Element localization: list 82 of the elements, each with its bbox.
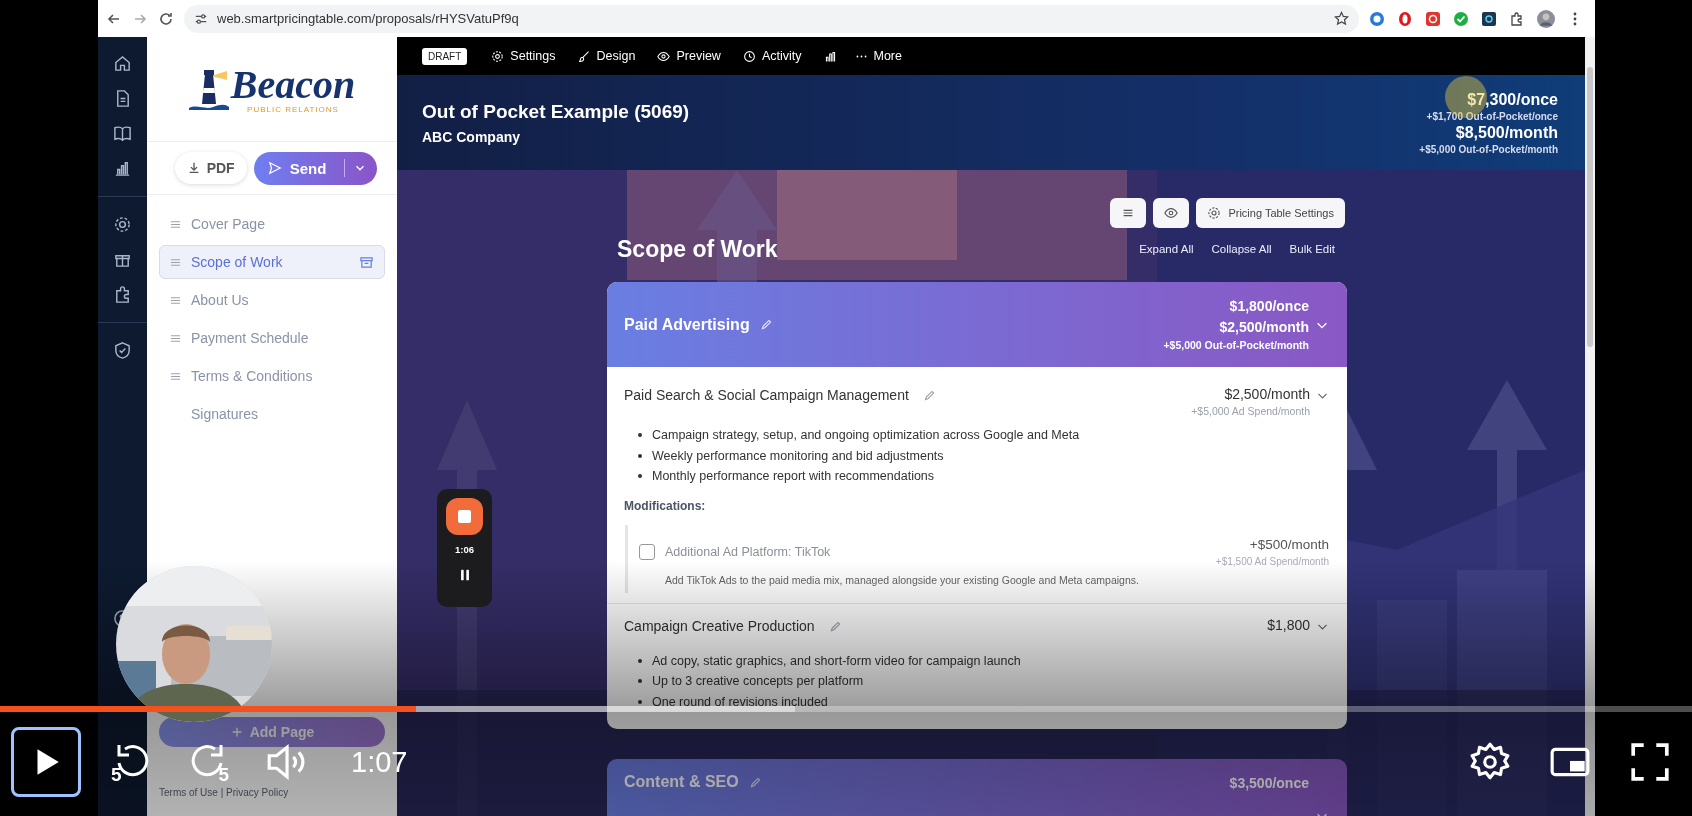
fullscreen-icon[interactable] bbox=[1629, 741, 1671, 783]
group-price: $3,500/once bbox=[1229, 774, 1309, 793]
bullet-point: Weekly performance monitoring and bid adjustments bbox=[638, 445, 1329, 466]
reload-icon[interactable] bbox=[158, 10, 174, 27]
clock-icon bbox=[742, 49, 756, 63]
shield-icon[interactable] bbox=[113, 341, 132, 360]
drag-handle-icon[interactable] bbox=[170, 256, 181, 268]
drag-handle-icon[interactable] bbox=[170, 332, 181, 344]
url-field[interactable]: web.smartpricingtable.com/proposals/rHYSVatuPf9q bbox=[184, 4, 1359, 33]
item-title: Paid Search & Social Campaign Management bbox=[624, 386, 909, 405]
settings-icon bbox=[1207, 206, 1222, 220]
total-amount: $7,300/once bbox=[1467, 89, 1558, 110]
action-link[interactable]: Bulk Edit bbox=[1289, 243, 1335, 255]
settings-icon bbox=[491, 49, 505, 63]
drag-handle-icon[interactable] bbox=[170, 294, 181, 306]
item-price: $2,500/month bbox=[1224, 385, 1310, 404]
action-link[interactable]: Expand All bbox=[1139, 243, 1194, 255]
play-button[interactable] bbox=[11, 727, 81, 797]
modifications-label: Modifications: bbox=[624, 497, 707, 515]
modification-description: Add TikTok Ads to the paid media mix, managed alongside your existing Google and Meta campaigns. bbox=[665, 573, 1140, 586]
send-icon bbox=[267, 161, 282, 175]
item-price: $1,800 bbox=[1267, 615, 1310, 635]
group-title: Content & SEO bbox=[624, 773, 739, 791]
skip-back-button[interactable]: 5 bbox=[111, 740, 155, 784]
progress-bar[interactable] bbox=[0, 706, 1692, 712]
logo-text: Beacon bbox=[230, 64, 356, 105]
toolbar-tab[interactable]: Preview bbox=[657, 49, 721, 63]
book-icon[interactable] bbox=[113, 124, 132, 143]
eye-icon bbox=[1164, 206, 1179, 220]
section-title: Scope of Work bbox=[617, 235, 778, 263]
brush-icon bbox=[577, 49, 591, 63]
archive-icon[interactable] bbox=[359, 254, 374, 270]
puzzle-icon[interactable] bbox=[1509, 10, 1525, 27]
scrollbar[interactable] bbox=[1585, 37, 1595, 816]
item-note: +$5,000 Ad Spend/month bbox=[1191, 404, 1310, 418]
settings-icon[interactable] bbox=[113, 215, 132, 234]
volume-icon[interactable] bbox=[265, 741, 307, 783]
bullet-point: Campaign strategy, setup, and ongoing optimization across Google and Meta bbox=[638, 425, 1329, 446]
site-info-icon[interactable] bbox=[194, 11, 208, 26]
puzzle-icon[interactable] bbox=[113, 285, 132, 304]
avatar[interactable] bbox=[1537, 9, 1555, 28]
toolbar-tab[interactable]: Design bbox=[577, 49, 636, 63]
send-button[interactable]: Send bbox=[253, 151, 378, 185]
logo-tagline: PUBLIC RELATIONS bbox=[247, 104, 339, 114]
extension-icon[interactable] bbox=[1481, 10, 1497, 27]
stop-button[interactable] bbox=[446, 498, 483, 535]
pdf-button[interactable]: PDF bbox=[174, 152, 247, 184]
bullet-point: Up to 3 creative concepts per platform bbox=[638, 671, 1329, 692]
action-link[interactable]: Collapse All bbox=[1211, 243, 1272, 255]
bullet-point: Ad copy, static graphics, and short-form video for campaign launch bbox=[638, 650, 1329, 671]
group-title: Paid Advertising bbox=[624, 315, 750, 334]
group-price: $2,500/month bbox=[1219, 318, 1309, 337]
bar-chart-icon[interactable] bbox=[823, 49, 837, 63]
home-icon[interactable] bbox=[113, 54, 132, 73]
client-name: ABC Company bbox=[422, 128, 521, 145]
recording-time: 1:06 bbox=[455, 544, 474, 555]
drag-handle-icon[interactable] bbox=[170, 370, 181, 382]
total-amount: $8,500/month bbox=[1455, 122, 1558, 143]
status-badge: DRAFT bbox=[422, 47, 468, 65]
eye-icon bbox=[657, 49, 671, 63]
bullet-point: Monthly performance report with recommendations bbox=[638, 466, 1329, 487]
modification-note: +$1,500 Ad Spend/month bbox=[1215, 554, 1329, 569]
pricing-settings-button[interactable]: Pricing Table Settings bbox=[1196, 198, 1345, 228]
modification-price: +$500/month bbox=[1249, 535, 1329, 554]
checkbox[interactable] bbox=[639, 544, 655, 560]
total-note: +$5,000 Out-of-Pocket/month bbox=[1419, 142, 1558, 156]
proposal-title: Out of Pocket Example (5069) bbox=[422, 100, 690, 123]
group-price: $1,800/once bbox=[1229, 297, 1309, 316]
item-title: Campaign Creative Production bbox=[624, 616, 815, 636]
toolbar-tab[interactable]: Settings bbox=[491, 49, 556, 63]
drag-handle-icon[interactable] bbox=[170, 218, 181, 230]
bar-chart-icon[interactable] bbox=[113, 159, 132, 178]
toolbar-tab[interactable]: Activity bbox=[742, 49, 802, 63]
group-note: +$5,000 Out-of-Pocket/month bbox=[1163, 338, 1309, 353]
star-icon[interactable] bbox=[1334, 11, 1349, 26]
more-button[interactable]: More bbox=[854, 49, 902, 63]
preview-button[interactable] bbox=[1153, 198, 1190, 228]
modification-title: Additional Ad Platform: TikTok bbox=[665, 545, 831, 559]
pencil-icon[interactable] bbox=[759, 318, 773, 331]
list-view-button[interactable] bbox=[1110, 198, 1147, 228]
total-note: +$1,700 Out-of-Pocket/once bbox=[1426, 109, 1558, 123]
page-item[interactable]: Scope of Work bbox=[159, 245, 385, 279]
